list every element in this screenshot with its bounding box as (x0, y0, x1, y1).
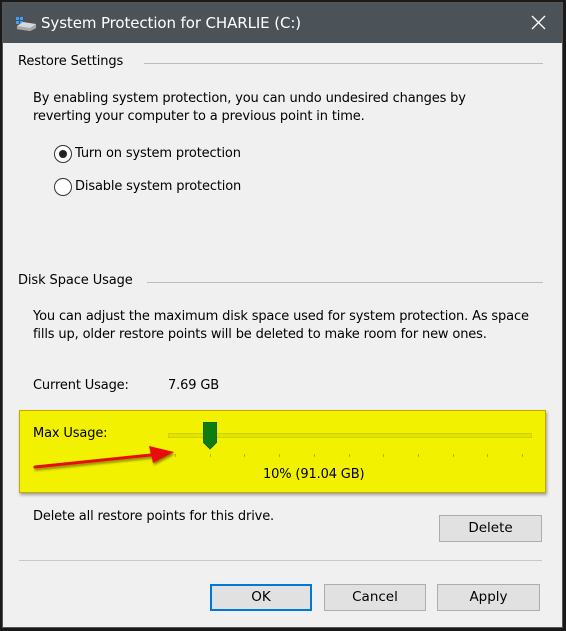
close-button[interactable] (516, 3, 562, 43)
slider-tick (279, 454, 281, 457)
max-usage-slider-track[interactable] (168, 433, 532, 438)
title-bar: System Protection for CHARLIE (C:) (3, 3, 562, 43)
restore-settings-divider (144, 63, 543, 64)
slider-tick (522, 454, 523, 457)
slider-tick (209, 454, 211, 457)
restore-settings-description-2: reverting your computer to a previous po… (33, 109, 365, 124)
slider-tick (348, 454, 350, 457)
disk-space-group-label: Disk Space Usage (18, 273, 133, 288)
radio-button-checked[interactable] (54, 145, 72, 163)
turn-on-protection-label[interactable]: Turn on system protection (75, 145, 241, 163)
slider-tick (244, 454, 246, 457)
disk-space-description-2: fills up, older restore points will be d… (33, 327, 487, 342)
restore-settings-description-1: By enabling system protection, you can u… (33, 91, 466, 106)
footer-divider (19, 560, 542, 561)
delete-button[interactable]: Delete (439, 515, 542, 542)
current-usage-label: Current Usage: (33, 378, 129, 393)
close-icon (531, 15, 546, 30)
red-arrow-annotation (33, 446, 174, 469)
radio-button-unchecked[interactable] (54, 178, 72, 196)
ok-button[interactable]: OK (210, 584, 312, 611)
window-title: System Protection for CHARLIE (C:) (41, 14, 302, 32)
cancel-button[interactable]: Cancel (324, 584, 426, 611)
delete-restore-points-description: Delete all restore points for this drive… (33, 509, 275, 524)
disk-space-description-1: You can adjust the maximum disk space us… (33, 309, 529, 324)
system-protection-dialog: System Protection for CHARLIE (C:) Resto… (2, 2, 563, 628)
max-usage-readout: 10% (91.04 GB) (263, 467, 365, 482)
drive-protection-icon (16, 17, 36, 31)
apply-button[interactable]: Apply (437, 584, 540, 611)
slider-tick (487, 454, 489, 457)
max-usage-slider-thumb[interactable] (202, 422, 217, 450)
slider-tick (383, 454, 385, 457)
current-usage-value: 7.69 GB (168, 378, 220, 393)
disk-space-divider (147, 282, 543, 283)
slider-tick (452, 454, 454, 457)
slider-tick (417, 454, 419, 457)
slider-tick (313, 454, 315, 457)
max-usage-label: Max Usage: (33, 426, 108, 441)
disable-protection-label[interactable]: Disable system protection (75, 178, 241, 196)
restore-settings-group-label: Restore Settings (18, 54, 124, 69)
